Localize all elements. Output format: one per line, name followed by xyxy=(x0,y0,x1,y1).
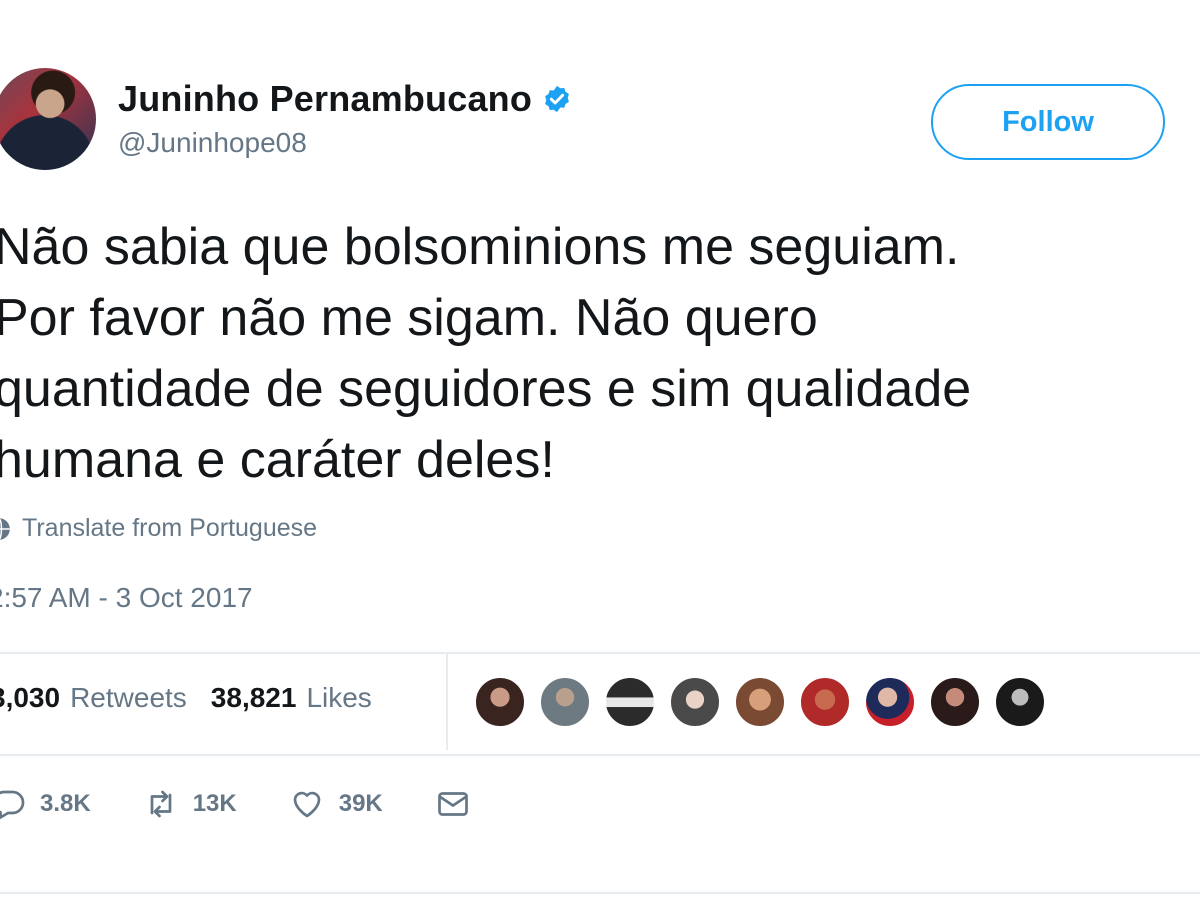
like-count: 39K xyxy=(338,790,383,817)
liker-avatar[interactable] xyxy=(539,676,591,728)
liker-avatar[interactable] xyxy=(734,676,786,728)
retweets-count[interactable]: 3,030 xyxy=(0,682,60,714)
display-name[interactable]: Juninho Pernambucano xyxy=(118,78,532,120)
retweets-label[interactable]: Retweets xyxy=(70,682,187,714)
divider-bottom xyxy=(0,754,1200,756)
reply-icon xyxy=(0,790,25,819)
heart-icon xyxy=(293,791,321,818)
divider-footer xyxy=(0,892,1200,894)
profile-avatar[interactable] xyxy=(0,68,96,170)
like-button[interactable]: 39K xyxy=(289,786,383,822)
globe-icon xyxy=(0,517,10,540)
liker-avatar[interactable] xyxy=(994,676,1046,728)
tweet-actions: 3.8K 13K 39K xyxy=(0,786,523,822)
likes-label[interactable]: Likes xyxy=(306,682,371,714)
verified-badge-icon xyxy=(545,85,569,113)
divider-top xyxy=(0,652,1200,654)
liker-avatar[interactable] xyxy=(864,676,916,728)
liker-avatar[interactable] xyxy=(474,676,526,728)
retweet-count: 13K xyxy=(192,790,237,817)
liker-avatar[interactable] xyxy=(799,676,851,728)
follow-button[interactable]: Follow xyxy=(931,84,1165,160)
translate-link[interactable]: Translate from Portuguese xyxy=(0,514,317,543)
direct-message-button[interactable] xyxy=(435,786,471,822)
likers-avatars xyxy=(474,676,1059,728)
likes-count[interactable]: 38,821 xyxy=(211,682,297,714)
liker-avatar[interactable] xyxy=(669,676,721,728)
reply-count: 3.8K xyxy=(40,790,91,817)
stats-separator xyxy=(446,654,448,750)
reply-button[interactable]: 3.8K xyxy=(0,786,91,822)
engagement-stats: 3,030 Retweets 38,821 Likes xyxy=(0,682,396,714)
user-handle[interactable]: @Juninhope08 xyxy=(118,127,307,159)
translate-label[interactable]: Translate from Portuguese xyxy=(22,514,317,543)
envelope-icon xyxy=(437,792,468,816)
tweet-text: Não sabia que bolsominions me seguiam. P… xyxy=(0,218,972,489)
author-name-row: Juninho Pernambucano xyxy=(118,78,572,120)
retweet-icon xyxy=(150,790,172,818)
liker-avatar[interactable] xyxy=(604,676,656,728)
liker-avatar[interactable] xyxy=(929,676,981,728)
retweet-button[interactable]: 13K xyxy=(143,786,237,822)
tweet-timestamp[interactable]: 2:57 AM - 3 Oct 2017 xyxy=(0,582,253,614)
